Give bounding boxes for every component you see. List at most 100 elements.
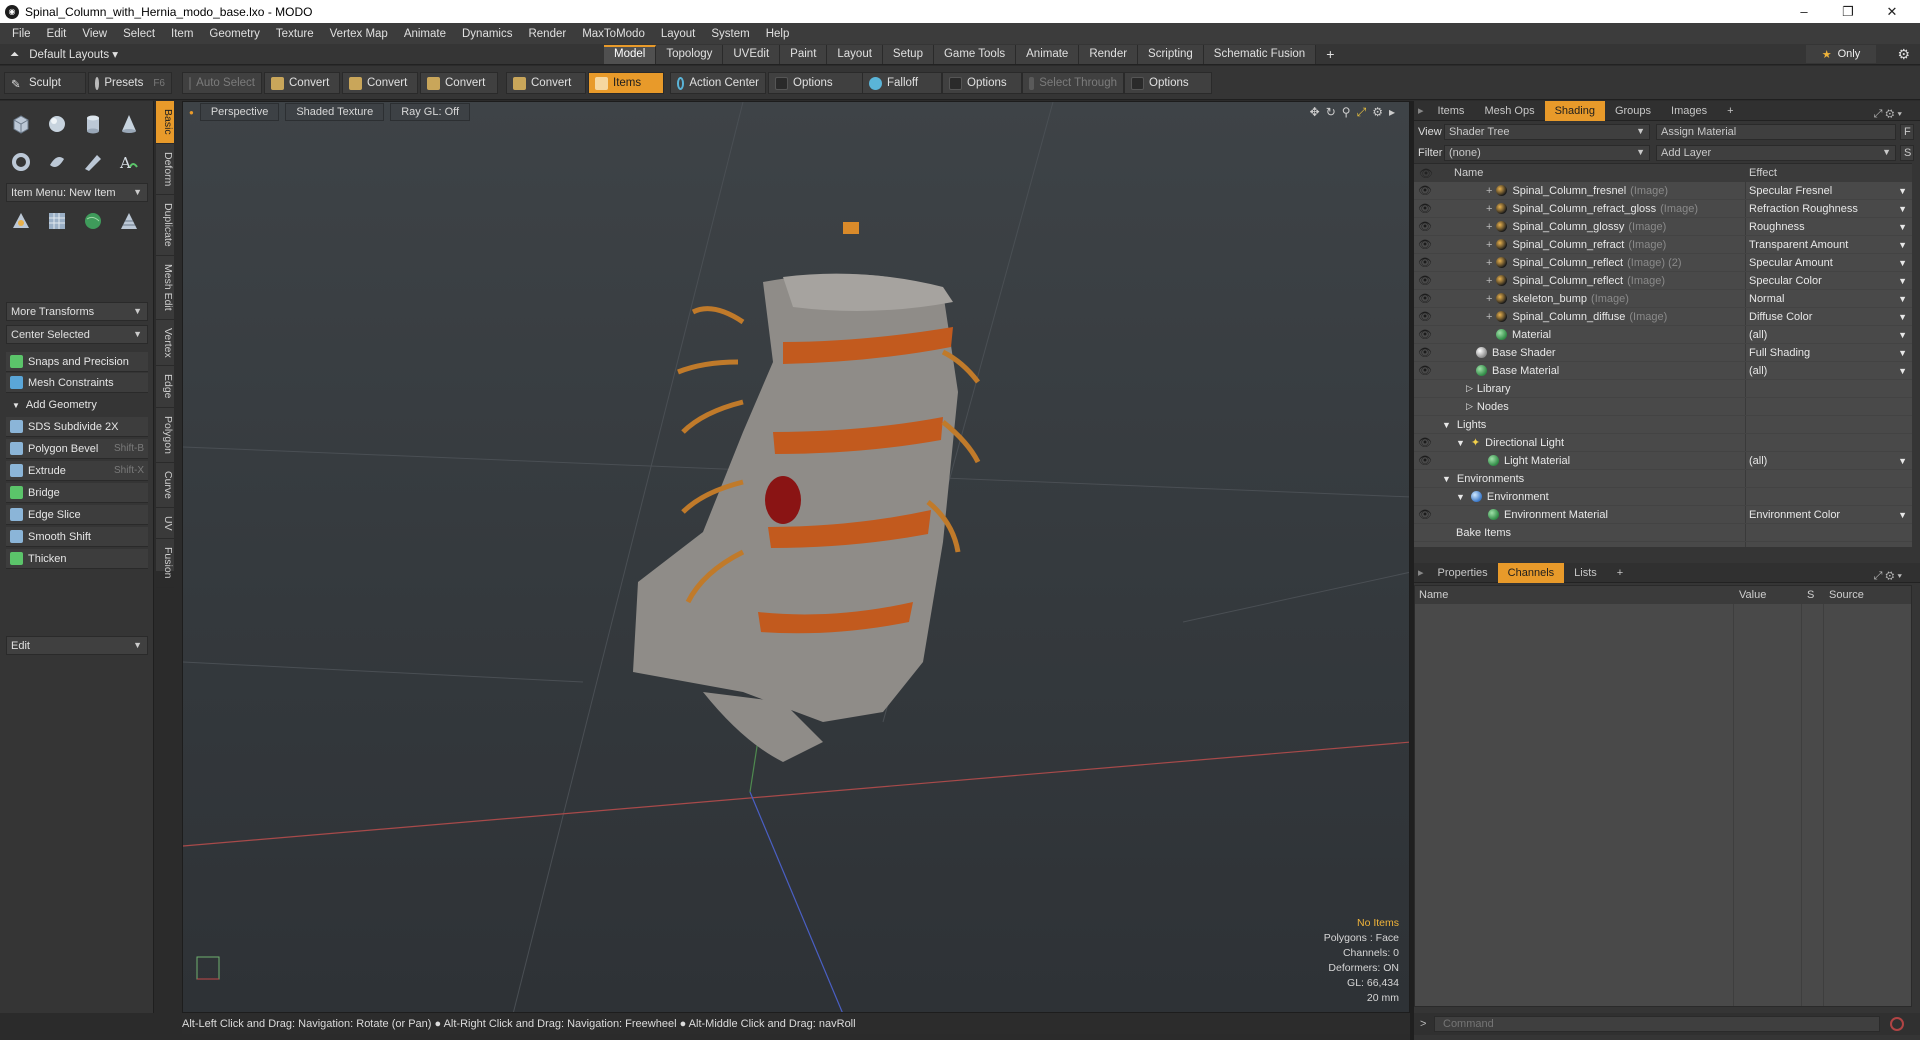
capsule-icon[interactable] [42, 147, 72, 177]
s-button[interactable]: S [1900, 144, 1914, 161]
convert-button-3[interactable]: Convert [420, 72, 498, 94]
vtab-basic[interactable]: Basic [156, 101, 174, 144]
pen-icon[interactable] [78, 147, 108, 177]
expand-plus-icon[interactable]: + [1486, 311, 1492, 323]
dropdown-arrow-icon[interactable]: ▼ [1898, 366, 1907, 376]
tab-paint[interactable]: Paint [780, 45, 828, 64]
grid-mesh-icon[interactable] [42, 206, 72, 236]
expand-plus-icon[interactable]: + [1486, 257, 1492, 269]
column-value[interactable]: Value [1739, 589, 1766, 601]
menu-file[interactable]: File [4, 28, 39, 40]
column-s[interactable]: S [1807, 589, 1814, 601]
pyramid-mesh-icon[interactable] [114, 206, 144, 236]
expand-arrow-icon[interactable]: ▷ [1466, 401, 1473, 412]
cube-icon[interactable] [6, 109, 36, 139]
spinal-column-model[interactable] [633, 222, 981, 762]
command-input[interactable] [1434, 1016, 1880, 1032]
viewport-options-dot-icon[interactable]: ● [189, 108, 194, 117]
tab-images[interactable]: Images [1661, 101, 1717, 121]
perspective-button[interactable]: Perspective [199, 103, 280, 121]
view-dropdown[interactable]: Shader Tree ▼ [1444, 123, 1650, 140]
locator-icon[interactable] [6, 206, 36, 236]
tree-row[interactable]: Bake Items [1414, 524, 1912, 542]
eye-icon[interactable]: 👁 [1418, 454, 1432, 467]
menu-help[interactable]: Help [758, 28, 798, 40]
tab-groups[interactable]: Groups [1605, 101, 1661, 121]
action-center-options-button[interactable]: Options [768, 72, 864, 94]
menu-dynamics[interactable]: Dynamics [454, 28, 520, 40]
only-toggle[interactable]: ★ Only [1806, 45, 1876, 63]
select-through-options-button[interactable]: Options [1124, 72, 1212, 94]
tab-scripting[interactable]: Scripting [1138, 45, 1204, 64]
tree-row[interactable]: 👁 Material (all) ▼ [1414, 326, 1912, 344]
maximize-button[interactable]: ❐ [1828, 0, 1868, 23]
tree-row[interactable]: 👁 + Spinal_Column_diffuse (Image) Diffuse Co… [1414, 308, 1912, 326]
add-layer-dropdown[interactable]: Add Layer ▼ [1656, 144, 1896, 161]
menu-view[interactable]: View [74, 28, 115, 40]
falloff-options-button[interactable]: Options [942, 72, 1022, 94]
text-icon[interactable]: A [114, 147, 144, 177]
tab-lists[interactable]: Lists [1564, 563, 1607, 583]
menu-geometry[interactable]: Geometry [201, 28, 268, 40]
tree-row[interactable]: ▷ Nodes [1414, 398, 1912, 416]
layout-preset-dropdown[interactable]: ⏶ Default Layouts ▾ [10, 47, 118, 62]
eye-icon[interactable]: 👁 [1418, 436, 1432, 449]
eye-icon[interactable]: 👁 [1418, 508, 1432, 521]
tree-row[interactable]: ▼ Lights [1414, 416, 1912, 434]
panel-grip-icon[interactable]: ▸ [1414, 563, 1428, 583]
fit-icon[interactable]: ⤢ [1357, 105, 1367, 120]
menu-edit[interactable]: Edit [39, 28, 75, 40]
viewport-settings-icon[interactable]: ⚙ [1372, 105, 1383, 120]
dropdown-arrow-icon[interactable]: ▼ [1898, 456, 1907, 466]
3d-viewport[interactable]: ● Perspective Shaded Texture Ray GL: Off… [182, 101, 1410, 1013]
add-panel-tab-button[interactable]: + [1717, 101, 1743, 121]
column-effect[interactable]: Effect [1749, 167, 1777, 179]
dropdown-arrow-icon[interactable]: ▼ [1898, 222, 1907, 232]
vtab-polygon[interactable]: Polygon [156, 408, 174, 463]
collapse-arrow-icon[interactable]: ▼ [1456, 438, 1465, 448]
tree-row[interactable]: ▷ Library [1414, 380, 1912, 398]
tree-row[interactable]: 👁 Light Material (all) ▼ [1414, 452, 1912, 470]
minimize-button[interactable]: – [1784, 0, 1824, 23]
expand-plus-icon[interactable]: + [1486, 203, 1492, 215]
tree-row[interactable]: 👁 + Spinal_Column_reflect (Image) (2) Specul… [1414, 254, 1912, 272]
more-transforms-dropdown[interactable]: More Transforms ▼ [6, 302, 148, 321]
smooth-shift-button[interactable]: Smooth Shift [6, 527, 148, 547]
tree-row[interactable]: 👁 + Spinal_Column_reflect (Image) Specular C… [1414, 272, 1912, 290]
tab-setup[interactable]: Setup [882, 45, 934, 64]
column-name[interactable]: Name [1419, 589, 1448, 601]
vtab-mesh-edit[interactable]: Mesh Edit [156, 256, 174, 320]
panel-expand-settings-icon[interactable]: ⤢ ⚙ ▾ [1864, 104, 1912, 124]
convert-button-4[interactable]: Convert [506, 72, 586, 94]
expand-arrow-icon[interactable]: ▷ [1466, 383, 1473, 394]
menu-maxtomodo[interactable]: MaxToModo [574, 28, 653, 40]
sphere-icon[interactable] [42, 109, 72, 139]
panel-grip-icon[interactable]: ▸ [1414, 101, 1428, 121]
sculpt-button[interactable]: ✎ Sculpt [4, 72, 86, 94]
eye-icon[interactable]: 👁 [1418, 364, 1432, 377]
raygl-button[interactable]: Ray GL: Off [390, 103, 471, 121]
eye-icon[interactable]: 👁 [1418, 346, 1432, 359]
dropdown-arrow-icon[interactable]: ▼ [1898, 294, 1907, 304]
tab-properties[interactable]: Properties [1428, 563, 1498, 583]
add-tab-button[interactable]: + [1316, 45, 1344, 64]
menu-vertex-map[interactable]: Vertex Map [322, 28, 396, 40]
eye-icon[interactable]: 👁 [1418, 292, 1432, 305]
tree-row[interactable]: 👁 ▼ ✦ Directional Light [1414, 434, 1912, 452]
menu-texture[interactable]: Texture [268, 28, 322, 40]
tab-mesh-ops[interactable]: Mesh Ops [1474, 101, 1544, 121]
dropdown-arrow-icon[interactable]: ▼ [1898, 312, 1907, 322]
tab-items[interactable]: Items [1428, 101, 1475, 121]
falloff-button[interactable]: Falloff [862, 72, 942, 94]
panel-splitter[interactable] [1410, 101, 1414, 1040]
tab-channels[interactable]: Channels [1497, 562, 1565, 583]
vtab-fusion[interactable]: Fusion [156, 539, 174, 588]
eye-icon[interactable]: 👁 [1418, 310, 1432, 323]
eye-icon[interactable]: 👁 [1418, 256, 1432, 269]
eye-icon[interactable]: 👁 [1418, 220, 1432, 233]
polygon-bevel-button[interactable]: Polygon Bevel Shift-B [6, 439, 148, 459]
tree-row[interactable]: ▼ Environments [1414, 470, 1912, 488]
record-icon[interactable] [1890, 1017, 1904, 1031]
tab-layout[interactable]: Layout [827, 45, 883, 64]
action-center-button[interactable]: Action Center [670, 72, 766, 94]
